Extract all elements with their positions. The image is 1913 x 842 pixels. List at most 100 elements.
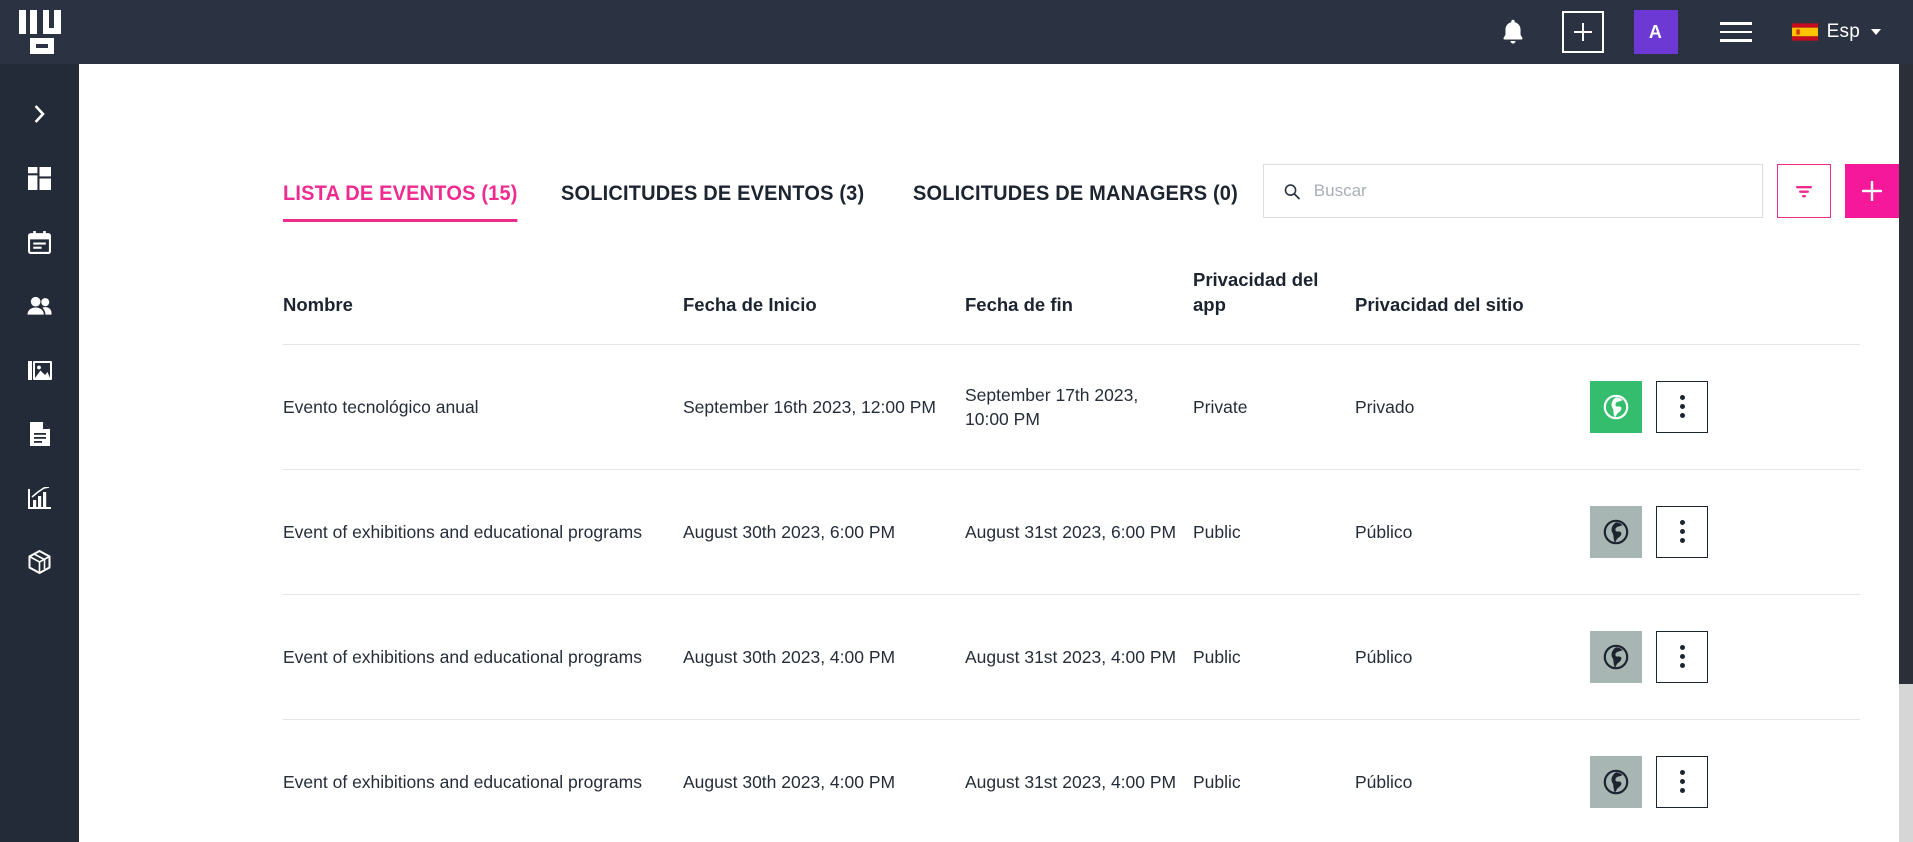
column-header-privacidad-app: Privacidad del app — [1193, 269, 1319, 315]
content-wrapper: LISTA DE EVENTOS (15) SOLICITUDES DE EVE… — [79, 64, 1899, 842]
app-root: A Esp LISTA DE EVENTOS (15) SOLICITUDES … — [0, 0, 1913, 842]
hamburger-line — [1719, 22, 1752, 25]
row-more-options-button[interactable] — [1656, 630, 1708, 683]
cell-actions — [1590, 630, 1860, 683]
add-event-button[interactable] — [1844, 164, 1899, 218]
logo[interactable] — [0, 0, 79, 64]
language-label: Esp — [1826, 21, 1860, 42]
sidebar-item-documents[interactable] — [0, 402, 79, 466]
row-more-options-button[interactable] — [1656, 755, 1708, 808]
publish-globe-button[interactable] — [1590, 755, 1642, 808]
dot — [1679, 779, 1685, 785]
cell-privacidad-app: Public — [1193, 771, 1241, 792]
column-header-privacidad-sitio: Privacidad del sitio — [1355, 293, 1524, 315]
cell-fecha-inicio: September 16th 2023, 12:00 PM — [683, 396, 936, 417]
cell-nombre: Event of exhibitions and educational pro… — [283, 771, 642, 792]
main-content: LISTA DE EVENTOS (15) SOLICITUDES DE EVE… — [79, 64, 1913, 842]
tab-label: SOLICITUDES DE MANAGERS (0) — [913, 181, 1239, 205]
sidebar — [0, 64, 79, 842]
cell-fecha-fin: August 31st 2023, 4:00 PM — [965, 646, 1177, 667]
row-more-options-button[interactable] — [1656, 505, 1708, 558]
cell-fecha-inicio: August 30th 2023, 4:00 PM — [683, 771, 896, 792]
globe-icon — [1603, 519, 1629, 545]
dot — [1679, 645, 1685, 651]
globe-icon — [1603, 394, 1629, 420]
toolbar: LISTA DE EVENTOS (15) SOLICITUDES DE EVE… — [283, 64, 1899, 222]
top-bar: A Esp — [0, 0, 1913, 64]
dot — [1679, 663, 1685, 669]
table-row[interactable]: Event of exhibitions and educational pro… — [283, 593, 1860, 719]
publish-globe-button[interactable] — [1590, 380, 1642, 433]
tab-label: LISTA DE EVENTOS (15) — [283, 181, 518, 205]
cell-privacidad-sitio: Público — [1355, 521, 1413, 542]
search-box[interactable] — [1262, 164, 1763, 218]
column-header-fecha-inicio: Fecha de Inicio — [683, 293, 817, 315]
sidebar-item-expand-sidebar[interactable] — [0, 82, 79, 146]
search-input[interactable] — [1313, 181, 1742, 201]
document-icon — [29, 422, 50, 446]
cell-fecha-fin: September 17th 2023, 10:00 PM — [965, 384, 1139, 429]
dot — [1679, 654, 1685, 660]
table-row[interactable]: Event of exhibitions and educational pro… — [283, 718, 1860, 842]
notifications-button[interactable] — [1478, 0, 1548, 64]
dot — [1679, 788, 1685, 794]
avatar[interactable]: A — [1633, 10, 1678, 54]
image-icon — [27, 360, 52, 380]
cell-privacidad-app: Public — [1193, 646, 1241, 667]
cube-icon — [28, 550, 51, 574]
dot — [1679, 520, 1685, 526]
vertical-scrollbar[interactable] — [1899, 64, 1913, 842]
dot — [1679, 529, 1685, 535]
publish-globe-button[interactable] — [1590, 505, 1642, 558]
mu-logo-icon — [18, 10, 61, 54]
scrollbar-thumb[interactable] — [1899, 64, 1913, 684]
table-header-row: Nombre Fecha de Inicio Fecha de fin Priv… — [283, 268, 1860, 344]
cell-privacidad-sitio: Público — [1355, 771, 1413, 792]
tab-label: SOLICITUDES DE EVENTOS (3) — [561, 181, 865, 205]
cell-privacidad-app: Public — [1193, 521, 1241, 542]
search-icon — [1284, 183, 1300, 199]
toolbar-actions — [1262, 164, 1899, 222]
cell-privacidad-app: Private — [1193, 396, 1248, 417]
table-row[interactable]: Event of exhibitions and educational pro… — [283, 468, 1860, 594]
filter-button[interactable] — [1776, 164, 1831, 218]
tab-solicitudes-de-eventos[interactable]: SOLICITUDES DE EVENTOS (3) — [561, 181, 864, 222]
table-row[interactable]: Evento tecnológico anual September 16th … — [283, 343, 1860, 469]
sidebar-item-dashboard[interactable] — [0, 146, 79, 210]
filter-icon — [1795, 186, 1812, 198]
quick-add-button[interactable] — [1561, 11, 1604, 53]
cell-actions — [1590, 380, 1860, 433]
calendar-icon — [28, 230, 51, 254]
cell-nombre: Event of exhibitions and educational pro… — [283, 646, 642, 667]
topbar-actions: A Esp — [1478, 0, 1885, 64]
plus-icon — [1861, 181, 1882, 201]
cell-actions — [1590, 755, 1860, 808]
bell-icon — [1503, 19, 1523, 44]
cell-actions — [1590, 505, 1860, 558]
cell-privacidad-sitio: Público — [1355, 646, 1413, 667]
sidebar-item-users[interactable] — [0, 274, 79, 338]
cell-privacidad-sitio: Privado — [1355, 396, 1415, 417]
tab-lista-de-eventos[interactable]: LISTA DE EVENTOS (15) — [283, 181, 518, 222]
people-icon — [27, 296, 52, 315]
events-table: Nombre Fecha de Inicio Fecha de fin Priv… — [283, 268, 1860, 842]
tab-bar: LISTA DE EVENTOS (15) SOLICITUDES DE EVE… — [283, 181, 1263, 222]
plus-icon — [1573, 23, 1592, 41]
avatar-initial: A — [1648, 21, 1663, 42]
publish-globe-button[interactable] — [1590, 630, 1642, 683]
hamburger-menu-button[interactable] — [1708, 0, 1764, 64]
grid-icon — [28, 166, 51, 190]
cell-fecha-fin: August 31st 2023, 4:00 PM — [965, 771, 1177, 792]
body: LISTA DE EVENTOS (15) SOLICITUDES DE EVE… — [0, 64, 1913, 842]
tab-solicitudes-de-managers[interactable]: SOLICITUDES DE MANAGERS (0) — [913, 181, 1238, 222]
sidebar-item-gallery[interactable] — [0, 338, 79, 402]
globe-icon — [1603, 769, 1629, 795]
row-more-options-button[interactable] — [1656, 380, 1708, 433]
sidebar-item-packages[interactable] — [0, 530, 79, 594]
column-header-fecha-fin: Fecha de fin — [965, 293, 1073, 315]
sidebar-item-analytics[interactable] — [0, 466, 79, 530]
language-selector[interactable]: Esp — [1776, 0, 1885, 64]
dot — [1679, 538, 1685, 544]
sidebar-item-events[interactable] — [0, 210, 79, 274]
spain-flag-icon — [1791, 23, 1818, 41]
